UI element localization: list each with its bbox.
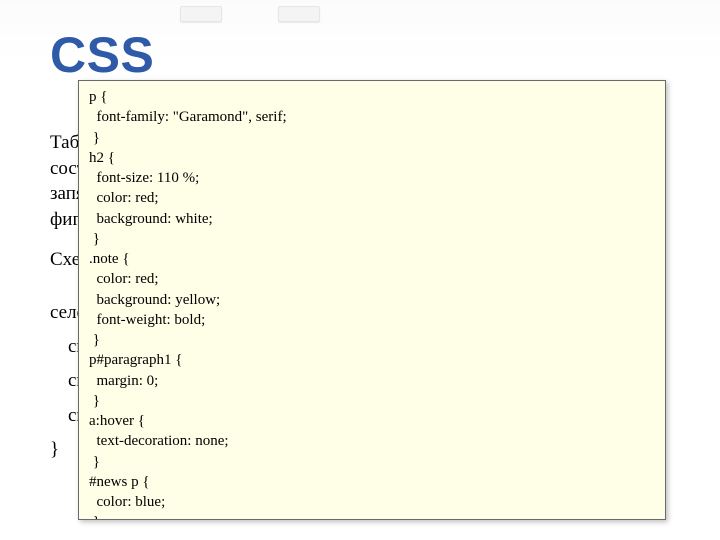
- slide: CSS Таблица стилей - это набор правил, к…: [0, 0, 720, 540]
- schema-close-line: }: [50, 439, 59, 460]
- decorative-box: [180, 6, 222, 22]
- slide-title: CSS: [50, 26, 154, 84]
- code-example-panel: p { font-family: "Garamond", serif; } h2…: [78, 80, 666, 520]
- decorative-box: [278, 6, 320, 22]
